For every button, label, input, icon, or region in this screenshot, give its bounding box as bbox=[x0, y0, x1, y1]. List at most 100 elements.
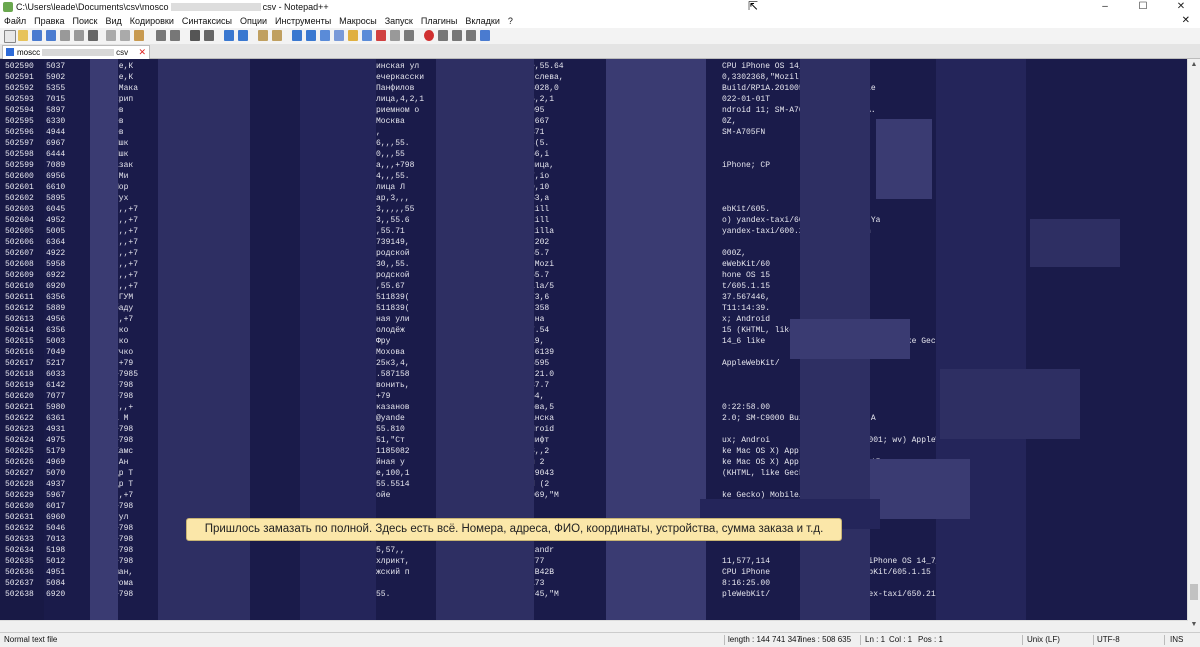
menu-window[interactable]: Вкладки bbox=[461, 14, 504, 28]
line-segment: лица,4,2,1 bbox=[376, 95, 425, 104]
maximize-button[interactable]: ☐ bbox=[1124, 0, 1162, 14]
redaction-block bbox=[1030, 219, 1120, 267]
line-segment: 5005 bbox=[46, 227, 66, 236]
menu-search[interactable]: Поиск bbox=[69, 14, 102, 28]
line-segment: 6444 bbox=[46, 150, 66, 159]
find-icon[interactable] bbox=[190, 30, 200, 41]
replace-icon[interactable] bbox=[204, 30, 214, 41]
save-all-icon[interactable] bbox=[46, 30, 56, 41]
line-segment: 4922 bbox=[46, 249, 66, 258]
line-number: 502591 bbox=[5, 73, 34, 82]
monitoring-icon[interactable] bbox=[390, 30, 400, 41]
menu-language[interactable]: Синтаксисы bbox=[178, 14, 236, 28]
menu-help[interactable]: ? bbox=[504, 14, 517, 28]
menu-edit[interactable]: Правка bbox=[30, 14, 68, 28]
window-title: C:\Users\leade\Documents\csv\mosco csv - … bbox=[16, 0, 329, 14]
menu-tools[interactable]: Инструменты bbox=[271, 14, 335, 28]
line-segment: 5895 bbox=[46, 194, 66, 203]
line-segment: 5897 bbox=[46, 106, 66, 115]
editor-area[interactable]: 502590 502591 502592 502593 502594 502595 5025… bbox=[0, 59, 1188, 631]
run-macro-multiple-icon[interactable] bbox=[466, 30, 476, 41]
tab-document[interactable]: moscc csv ✕ bbox=[2, 45, 150, 59]
open-file-icon[interactable] bbox=[18, 30, 28, 41]
cut-icon[interactable] bbox=[106, 30, 116, 41]
menu-settings[interactable]: Опции bbox=[236, 14, 271, 28]
menu-plugins[interactable]: Плагины bbox=[417, 14, 461, 28]
status-eol[interactable]: Unix (LF) bbox=[1027, 633, 1060, 647]
line-segment: 5967 bbox=[46, 491, 66, 500]
indent-guide-icon[interactable] bbox=[320, 30, 330, 41]
line-segment: 6956 bbox=[46, 172, 66, 181]
save-icon[interactable] bbox=[32, 30, 42, 41]
play-macro-icon[interactable] bbox=[452, 30, 462, 41]
line-number: 502607 bbox=[5, 249, 34, 258]
language-udl-icon[interactable] bbox=[334, 30, 344, 41]
line-number: 502627 bbox=[5, 469, 34, 478]
menu-run[interactable]: Запуск bbox=[381, 14, 417, 28]
line-number: 502613 bbox=[5, 315, 34, 324]
scroll-thumb[interactable] bbox=[1190, 584, 1198, 600]
line-number: 502594 bbox=[5, 106, 34, 115]
scroll-down-icon[interactable]: ▼ bbox=[1188, 619, 1200, 631]
eye-icon[interactable] bbox=[404, 30, 414, 41]
word-wrap-icon[interactable] bbox=[292, 30, 302, 41]
redaction-block bbox=[870, 459, 970, 519]
annotation-callout: Пришлось замазать по полной. Здесь есть … bbox=[186, 518, 842, 541]
close-button[interactable]: ✕ bbox=[1162, 0, 1200, 14]
line-segment: 4937 bbox=[46, 480, 66, 489]
line-segment: 55.810 bbox=[376, 425, 405, 434]
status-encoding[interactable]: UTF-8 bbox=[1097, 633, 1120, 647]
line-segment: 7089 bbox=[46, 161, 66, 170]
line-segment: 55. bbox=[376, 590, 391, 599]
record-macro-icon[interactable] bbox=[424, 30, 434, 41]
close-document-icon[interactable]: ✕ bbox=[1178, 14, 1194, 28]
line-number-gutter: 502590 502591 502592 502593 502594 502595 5025… bbox=[0, 59, 44, 631]
line-number: 502612 bbox=[5, 304, 34, 313]
redo-icon[interactable] bbox=[170, 30, 180, 41]
line-number: 502637 bbox=[5, 579, 34, 588]
menu-encoding[interactable]: Кодировки bbox=[126, 14, 178, 28]
line-number: 502633 bbox=[5, 535, 34, 544]
line-number: 502616 bbox=[5, 348, 34, 357]
line-segment: CPU iPhone bbox=[722, 568, 771, 577]
close-file-icon[interactable] bbox=[60, 30, 70, 41]
folder-workspace-icon[interactable] bbox=[376, 30, 386, 41]
line-segment: лица Л bbox=[376, 183, 405, 192]
line-segment: 6364 bbox=[46, 238, 66, 247]
line-number: 502590 bbox=[5, 62, 34, 71]
line-number: 502636 bbox=[5, 568, 34, 577]
line-segment: родской bbox=[376, 249, 410, 258]
horizontal-scrollbar[interactable] bbox=[0, 620, 1188, 632]
status-insert-mode[interactable]: INS bbox=[1170, 633, 1183, 647]
sync-horizontal-icon[interactable] bbox=[272, 30, 282, 41]
show-all-characters-icon[interactable] bbox=[306, 30, 316, 41]
line-number: 502620 bbox=[5, 392, 34, 401]
paste-icon[interactable] bbox=[134, 30, 144, 41]
menu-view[interactable]: Вид bbox=[102, 14, 126, 28]
zoom-out-icon[interactable] bbox=[238, 30, 248, 41]
close-all-icon[interactable] bbox=[74, 30, 84, 41]
scroll-up-icon[interactable]: ▲ bbox=[1188, 59, 1200, 71]
status-ln: Ln : 1 bbox=[865, 635, 886, 644]
document-map-icon[interactable] bbox=[348, 30, 358, 41]
tab-close-icon[interactable]: ✕ bbox=[138, 46, 146, 59]
print-icon[interactable] bbox=[88, 30, 98, 41]
function-list-icon[interactable] bbox=[362, 30, 372, 41]
line-number: 502638 bbox=[5, 590, 34, 599]
stop-macro-icon[interactable] bbox=[438, 30, 448, 41]
sync-vertical-icon[interactable] bbox=[258, 30, 268, 41]
line-segment: 5084 bbox=[46, 579, 66, 588]
save-macro-icon[interactable] bbox=[480, 30, 490, 41]
minimize-button[interactable]: – bbox=[1086, 0, 1124, 14]
undo-icon[interactable] bbox=[156, 30, 166, 41]
copy-icon[interactable] bbox=[120, 30, 130, 41]
line-number: 502621 bbox=[5, 403, 34, 412]
line-segment: 6330 bbox=[46, 117, 66, 126]
menu-file[interactable]: Файл bbox=[0, 14, 30, 28]
status-col: Col : 1 bbox=[889, 635, 913, 644]
line-segment: iPhone; CP bbox=[722, 161, 771, 170]
new-file-icon[interactable] bbox=[4, 30, 16, 43]
menu-macro[interactable]: Макросы bbox=[335, 14, 381, 28]
zoom-in-icon[interactable] bbox=[224, 30, 234, 41]
vertical-scrollbar[interactable]: ▲ ▼ bbox=[1187, 59, 1200, 631]
